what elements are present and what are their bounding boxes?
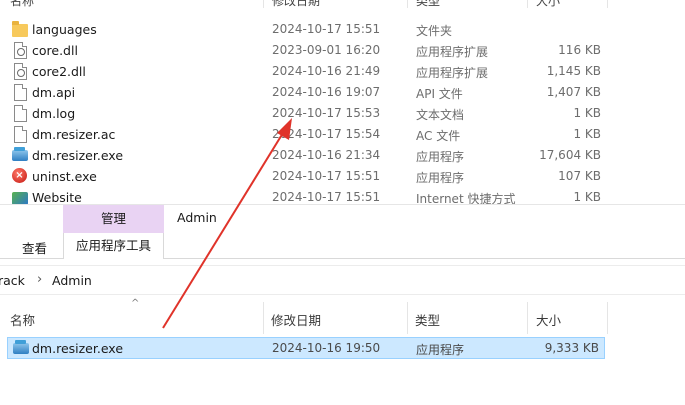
file-name: core2.dll xyxy=(32,64,86,79)
file-type: 文本文档 xyxy=(416,108,465,122)
file-row-dm-resizer-ac[interactable]: dm.resizer.ac 2024-10-17 15:54 AC 文件 1 K… xyxy=(0,124,685,145)
file-name: core.dll xyxy=(32,43,78,58)
column-divider[interactable] xyxy=(263,302,264,334)
file-size: 1 KB xyxy=(573,106,601,120)
file-size: 116 KB xyxy=(558,43,601,57)
file-size: 17,604 KB xyxy=(539,148,601,162)
file-name: dm.resizer.ac xyxy=(32,127,116,142)
column-divider[interactable] xyxy=(607,302,608,334)
file-row-website[interactable]: Website 2024-10-17 15:51 Internet 快捷方式 1… xyxy=(0,187,685,204)
column-divider[interactable] xyxy=(527,0,528,8)
file-date: 2024-10-17 15:51 xyxy=(272,22,381,36)
file-size: 1 KB xyxy=(573,127,601,141)
file-date: 2024-10-16 19:07 xyxy=(272,85,381,99)
file-row-uninst-exe[interactable]: × uninst.exe 2024-10-17 15:51 应用程序 107 K… xyxy=(0,166,685,187)
ribbon-divider xyxy=(164,258,685,259)
file-type: Internet 快捷方式 xyxy=(416,192,516,204)
web-shortcut-icon xyxy=(12,192,28,204)
file-name: dm.api xyxy=(32,85,76,100)
file-size: 1,145 KB xyxy=(546,64,601,78)
file-name: Website xyxy=(32,190,82,204)
file-type: AC 文件 xyxy=(416,129,461,143)
file-row-dm-resizer-exe[interactable]: dm.resizer.exe 2024-10-16 21:34 应用程序 17,… xyxy=(0,145,685,166)
file-type: 应用程序 xyxy=(416,171,465,185)
file-row-dm-log[interactable]: dm.log 2024-10-17 15:53 文本文档 1 KB xyxy=(0,103,685,124)
breadcrumb-admin[interactable]: Admin xyxy=(52,273,92,288)
file-date: 2024-10-17 15:54 xyxy=(272,127,381,141)
file-row-dm-resizer-exe-selected[interactable]: dm.resizer.exe 2024-10-16 19:50 应用程序 9,3… xyxy=(7,337,605,359)
file-icon xyxy=(14,84,27,101)
file-name: languages xyxy=(32,22,97,37)
file-name: dm.resizer.exe xyxy=(32,341,124,356)
header-type[interactable]: 类型 xyxy=(415,310,440,329)
file-size: 9,333 KB xyxy=(544,341,599,355)
exe-icon xyxy=(13,340,29,354)
file-date: 2024-10-17 15:51 xyxy=(272,190,381,204)
file-name: dm.log xyxy=(32,106,76,121)
file-name: uninst.exe xyxy=(32,169,97,184)
column-divider[interactable] xyxy=(607,0,608,8)
tab-manage[interactable]: 管理 xyxy=(63,205,164,233)
column-divider[interactable] xyxy=(407,0,408,8)
column-divider[interactable] xyxy=(407,302,408,334)
file-date: 2023-09-01 16:20 xyxy=(272,43,381,57)
folder-icon xyxy=(12,21,28,37)
header-size[interactable]: 大小 xyxy=(536,0,560,8)
file-row-core-dll[interactable]: core.dll 2023-09-01 16:20 应用程序扩展 116 KB xyxy=(0,40,685,61)
ribbon-divider xyxy=(0,258,63,259)
file-size: 107 KB xyxy=(558,169,601,183)
file-type: 应用程序扩展 xyxy=(416,66,489,80)
top-column-header: 名称 修改日期 类型 大小 xyxy=(0,0,685,8)
column-divider[interactable] xyxy=(263,0,264,8)
dll-file-icon xyxy=(14,63,27,80)
header-type[interactable]: 类型 xyxy=(416,0,440,8)
file-size: 1,407 KB xyxy=(546,85,601,99)
tab-app-tools[interactable]: 应用程序工具 xyxy=(63,233,164,259)
breadcrumb-crack[interactable]: rack xyxy=(0,273,25,288)
file-date: 2024-10-16 19:50 xyxy=(272,341,381,355)
uninstall-icon: × xyxy=(12,168,27,183)
file-date: 2024-10-17 15:51 xyxy=(272,169,381,183)
address-bar[interactable]: rack › Admin xyxy=(0,265,685,295)
file-type: 应用程序 xyxy=(416,150,465,164)
file-type: 应用程序 xyxy=(416,343,465,357)
exe-icon xyxy=(12,147,28,161)
file-type: 应用程序扩展 xyxy=(416,45,489,59)
header-date[interactable]: 修改日期 xyxy=(272,0,320,8)
file-row-core2-dll[interactable]: core2.dll 2024-10-16 21:49 应用程序扩展 1,145 … xyxy=(0,61,685,82)
file-type: 文件夹 xyxy=(416,24,453,38)
file-icon xyxy=(14,126,27,143)
header-date[interactable]: 修改日期 xyxy=(271,310,321,329)
file-size: 1 KB xyxy=(573,190,601,204)
file-icon xyxy=(14,105,27,122)
chevron-right-icon[interactable]: › xyxy=(37,272,42,287)
header-name[interactable]: 名称 xyxy=(10,0,34,8)
file-date: 2024-10-17 15:53 xyxy=(272,106,381,120)
tab-view[interactable]: 查看 xyxy=(22,238,47,257)
bottom-column-header: 名称 修改日期 类型 大小 xyxy=(0,302,685,334)
file-type: API 文件 xyxy=(416,87,463,101)
header-size[interactable]: 大小 xyxy=(536,310,561,329)
header-name[interactable]: 名称 xyxy=(10,310,35,329)
window-title: Admin xyxy=(177,210,217,225)
file-row-languages[interactable]: languages 2024-10-17 15:51 文件夹 xyxy=(0,19,685,40)
column-divider[interactable] xyxy=(527,302,528,334)
file-name: dm.resizer.exe xyxy=(32,148,124,163)
file-date: 2024-10-16 21:34 xyxy=(272,148,381,162)
file-date: 2024-10-16 21:49 xyxy=(272,64,381,78)
dll-file-icon xyxy=(14,42,27,59)
file-row-dm-api[interactable]: dm.api 2024-10-16 19:07 API 文件 1,407 KB xyxy=(0,82,685,103)
